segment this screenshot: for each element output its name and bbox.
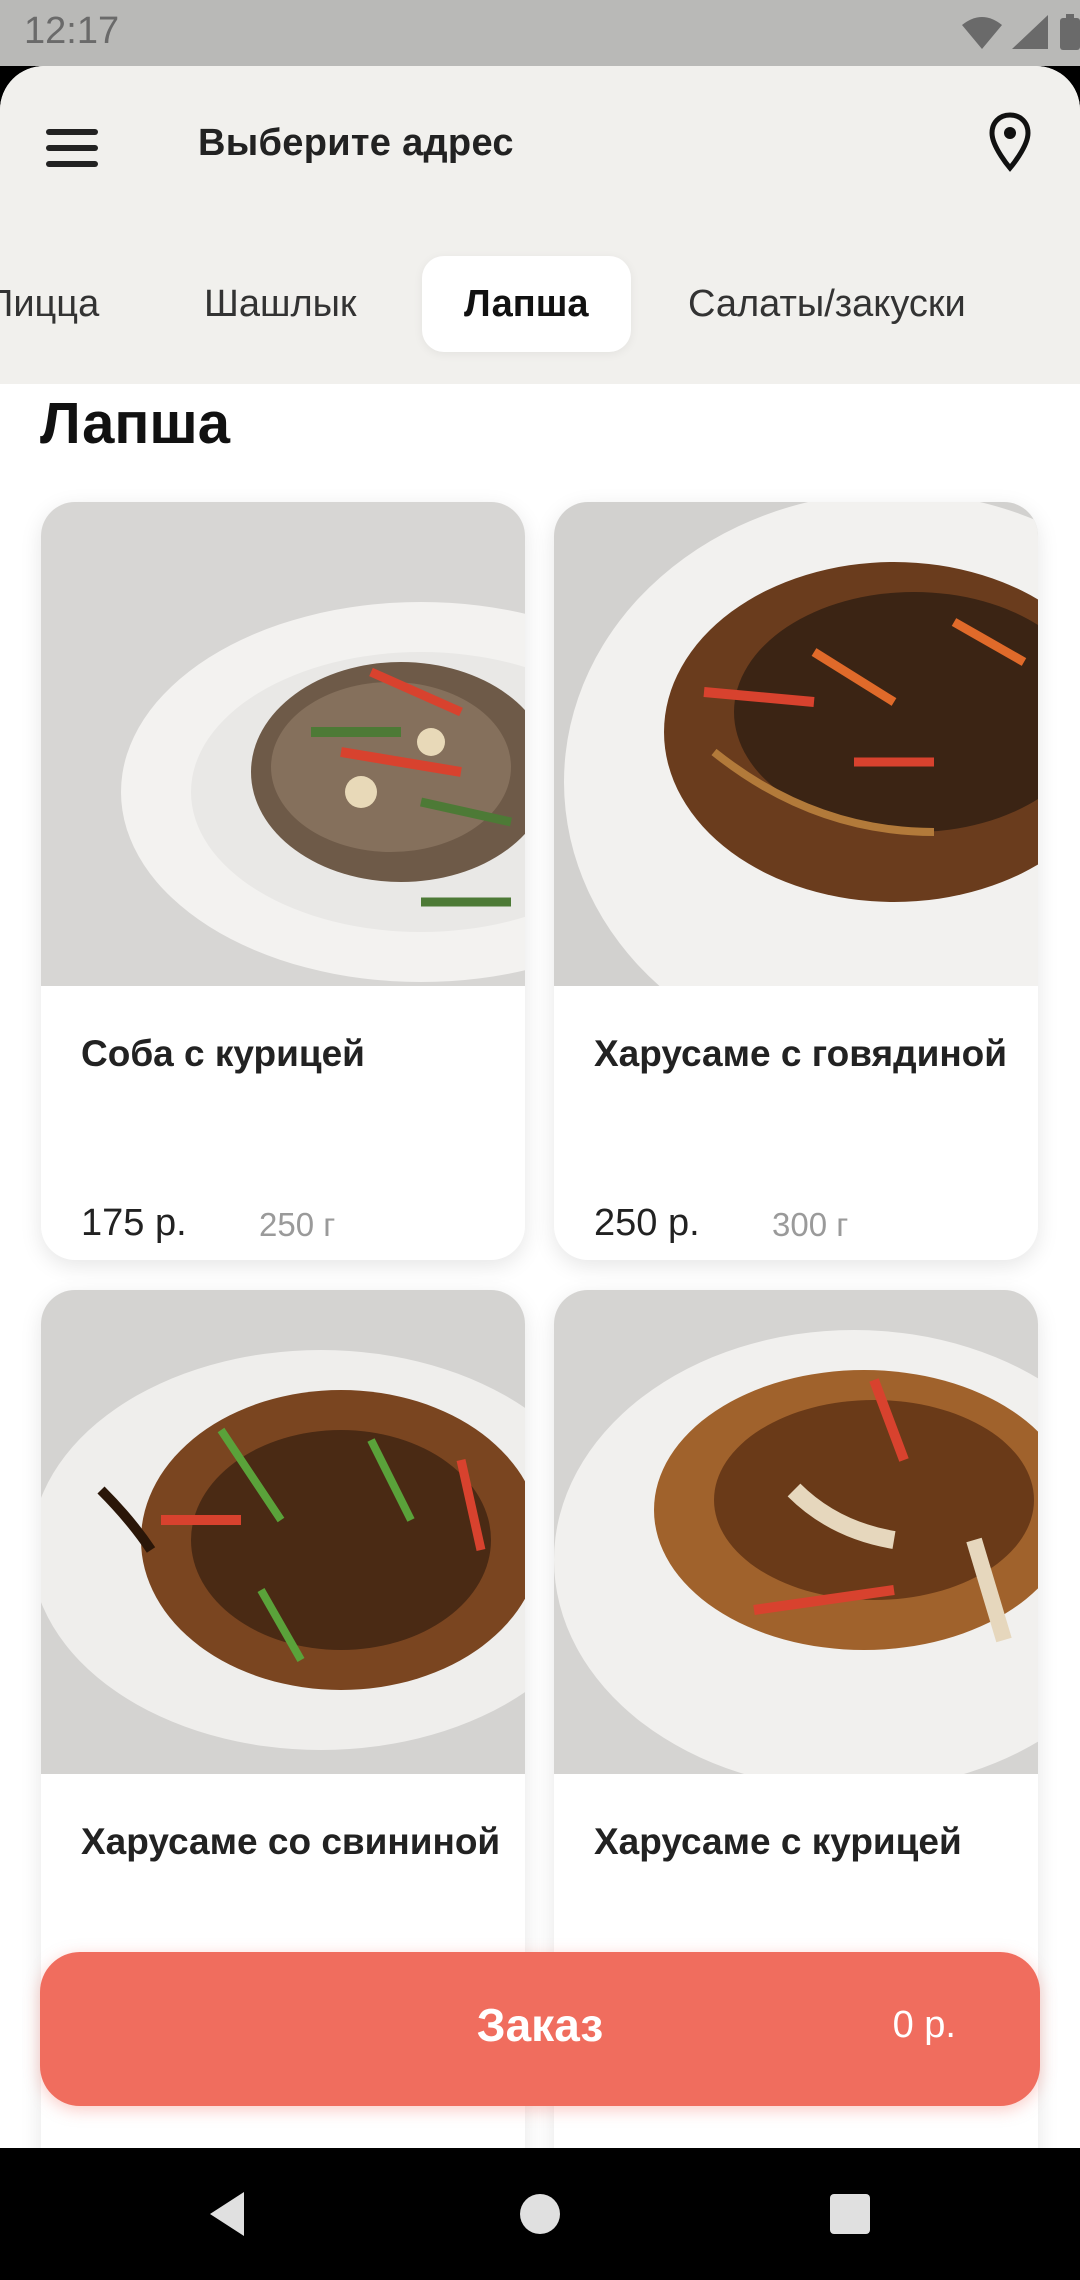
location-pin-icon bbox=[989, 112, 1031, 172]
product-name: Харусаме с курицей bbox=[594, 1821, 962, 1862]
address-selector[interactable]: Выберите адрес bbox=[198, 122, 514, 165]
tab-pizza[interactable]: Пицца bbox=[0, 256, 99, 352]
product-name: Харусаме со свининой bbox=[81, 1821, 501, 1862]
menu-button[interactable] bbox=[46, 118, 106, 178]
product-image bbox=[554, 502, 1038, 986]
app-screen: Выберите адрес Пицца Шашлык Лапша Салаты… bbox=[0, 66, 1080, 2148]
recents-icon bbox=[830, 2194, 870, 2234]
product-card-harusame-beef[interactable]: Харусаме с говядиной 250 р. 300 г bbox=[554, 502, 1038, 1260]
home-button[interactable] bbox=[510, 2184, 570, 2244]
product-name: Соба с курицей bbox=[81, 1033, 365, 1074]
back-button[interactable] bbox=[200, 2184, 260, 2244]
location-button[interactable] bbox=[988, 112, 1040, 176]
order-button[interactable]: Заказ 0 р. bbox=[40, 1952, 1040, 2106]
product-weight: 300 г bbox=[772, 1206, 849, 1243]
tab-shashlik[interactable]: Шашлык bbox=[204, 256, 357, 352]
product-name: Харусаме с говядиной bbox=[594, 1033, 1008, 1074]
menu-icon-line bbox=[46, 145, 98, 151]
status-bar: 12:17 bbox=[0, 0, 1080, 66]
product-image bbox=[554, 1290, 1038, 1774]
order-label: Заказ bbox=[476, 1999, 604, 2051]
category-tabs: Пицца Шашлык Лапша Салаты/закуски bbox=[0, 256, 1080, 352]
menu-icon-line bbox=[46, 161, 98, 167]
tab-salads[interactable]: Салаты/закуски bbox=[688, 256, 966, 352]
product-weight: 250 г bbox=[259, 1206, 336, 1243]
home-icon bbox=[520, 2194, 560, 2234]
product-card-soba-chicken[interactable]: Соба с курицей 175 р. 250 г bbox=[41, 502, 525, 1260]
product-price: 250 р. bbox=[594, 1202, 700, 1244]
signal-icon bbox=[1012, 15, 1048, 49]
status-time: 12:17 bbox=[24, 10, 120, 52]
battery-icon bbox=[1060, 14, 1080, 50]
menu-icon-line bbox=[46, 129, 98, 135]
order-total: 0 р. bbox=[892, 2004, 956, 2046]
product-image bbox=[41, 1290, 525, 1774]
back-icon bbox=[210, 2192, 244, 2236]
status-icons bbox=[962, 12, 1080, 52]
system-nav-bar bbox=[0, 2148, 1080, 2280]
product-image bbox=[41, 502, 525, 986]
wifi-icon bbox=[962, 17, 1002, 49]
section-title: Лапша bbox=[40, 391, 231, 456]
recents-button[interactable] bbox=[820, 2184, 880, 2244]
header: Выберите адрес Пицца Шашлык Лапша Салаты… bbox=[0, 66, 1080, 384]
product-price: 175 р. bbox=[81, 1202, 187, 1244]
tab-noodles[interactable]: Лапша bbox=[422, 256, 631, 352]
